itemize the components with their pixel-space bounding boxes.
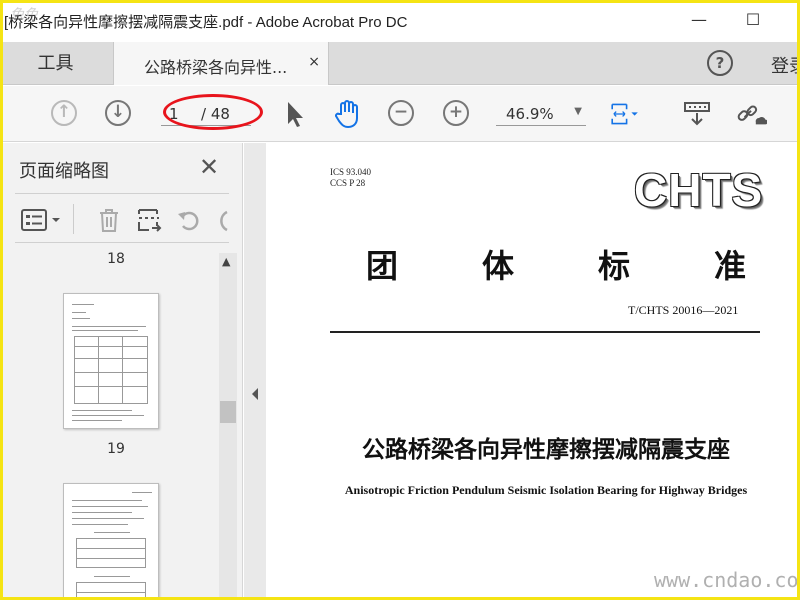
watermark-top-left: 兔兔 — [10, 7, 38, 23]
zoom-select[interactable]: 46.9% ▼ — [496, 102, 586, 126]
scrollbar-thumb[interactable] — [220, 401, 236, 423]
zoom-in-icon[interactable]: + — [443, 100, 469, 126]
window-title: [桥梁各向异性摩擦摆减隔震支座.pdf - Adobe Acrobat Pro … — [4, 14, 408, 31]
panel-collapse-strip[interactable] — [244, 143, 266, 597]
hand-tool-icon[interactable] — [331, 98, 363, 130]
help-icon[interactable]: ? — [707, 50, 733, 76]
heading-char: 标 — [597, 247, 630, 285]
tab-tools[interactable]: 工具 — [3, 42, 108, 85]
collapse-panel-icon[interactable] — [250, 387, 260, 401]
rotate-clockwise-icon[interactable] — [213, 206, 229, 234]
page-thumbnail-20[interactable] — [63, 483, 159, 597]
extract-page-icon[interactable] — [135, 206, 163, 234]
doc-title-english: Anisotropic Friction Pendulum Seismic Is… — [344, 483, 748, 497]
heading-char: 体 — [481, 247, 514, 285]
doc-classification-codes: ICS 93.040 CCS P 28 — [330, 167, 371, 189]
doc-title-chinese: 公路桥梁各向异性摩擦摆减隔震支座 — [362, 437, 730, 463]
scroll-mode-icon[interactable] — [681, 98, 713, 130]
next-page-icon[interactable]: ↓ — [105, 100, 131, 126]
login-button[interactable]: 登录 — [771, 52, 800, 78]
tab-document-label: 公路桥梁各向异性... — [144, 58, 288, 77]
watermark-bottom-right: www.cndao.com — [654, 568, 800, 592]
tab-bar: 工具 公路桥梁各向异性... × ? 登录 — [3, 42, 800, 85]
fit-page-icon[interactable] — [609, 98, 641, 130]
doc-divider — [330, 331, 760, 333]
panel-close-icon[interactable]: ✕ — [199, 153, 219, 181]
zoom-value: 46.9% — [506, 105, 554, 123]
zoom-dropdown-icon[interactable]: ▼ — [574, 106, 582, 117]
heading-char: 团 — [366, 247, 399, 285]
thumbnails-scrollbar[interactable]: ▲ — [219, 253, 237, 597]
delete-page-icon[interactable] — [95, 206, 123, 234]
title-bar: [桥梁各向异性摩擦摆减隔震支座.pdf - Adobe Acrobat Pro … — [0, 0, 800, 42]
page-label-18: 18 — [107, 251, 125, 267]
tab-close-icon[interactable]: × — [308, 54, 320, 70]
maximize-button[interactable]: ☐ — [738, 8, 768, 32]
panel-toolbar-divider — [73, 204, 74, 234]
panel-toolbar — [15, 193, 229, 243]
page-label-19: 19 — [107, 441, 125, 457]
tab-document[interactable]: 公路桥梁各向异性... × — [113, 42, 329, 85]
zoom-out-icon[interactable]: − — [388, 100, 414, 126]
scroll-up-icon[interactable]: ▲ — [222, 255, 230, 268]
heading-char: 准 — [713, 247, 746, 285]
link-icon[interactable] — [735, 98, 767, 130]
highlight-ellipse — [163, 94, 263, 130]
minimize-button[interactable]: — — [684, 8, 714, 32]
rotate-page-icon[interactable] — [175, 206, 203, 234]
toolbar: ↑ ↓ / 48 − + 46.9% ▼ — [3, 86, 797, 142]
doc-heading: 团 体 标 准 — [366, 241, 746, 287]
page-thumbnails-panel: 页面缩略图 ✕ 18 19 ▲ — [3, 143, 243, 597]
page-thumbnail-19[interactable] — [63, 293, 159, 429]
thumbnail-options-icon[interactable] — [19, 206, 63, 234]
standard-number: T/CHTS 20016—2021 — [628, 303, 739, 317]
document-view[interactable]: ICS 93.040 CCS P 28 CHTS 团 体 标 准 T/CHTS … — [266, 143, 797, 597]
previous-page-icon[interactable]: ↑ — [51, 100, 77, 126]
select-cursor-icon[interactable] — [279, 98, 311, 130]
panel-title: 页面缩略图 — [19, 161, 109, 182]
doc-ics: ICS 93.040 — [330, 167, 372, 177]
chts-logo: CHTS — [634, 164, 764, 216]
doc-ccs: CCS P 28 — [330, 178, 366, 188]
thumbnails-list: 18 19 — [15, 245, 217, 597]
